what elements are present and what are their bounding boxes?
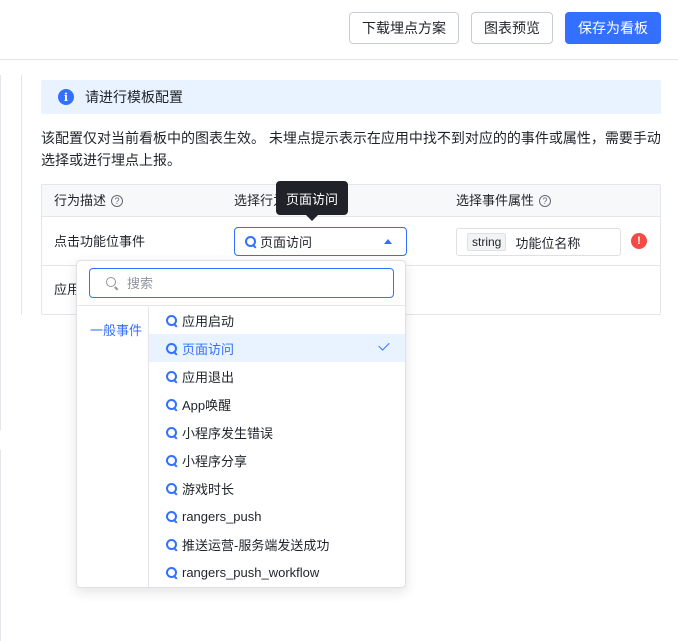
event-search-icon [166,566,177,578]
event-search-icon [166,342,177,354]
header-select-property: 选择事件属性 ? [456,185,552,217]
event-option[interactable]: 应用退出 [149,362,405,390]
event-search-icon [166,370,177,382]
event-search-icon [166,538,177,550]
event-option-label: rangers_push [182,508,262,524]
download-tracking-plan-button[interactable]: 下载埋点方案 [349,12,459,44]
check-icon [378,339,390,351]
event-option-label: 应用启动 [182,313,235,329]
config-description: 该配置仅对当前看板中的图表生效。 未埋点提示表示在应用中找不到对应的的事件或属性… [41,130,661,168]
banner-text: 请进行模板配置 [85,89,183,105]
event-option[interactable]: App唤醒 [149,390,405,418]
event-dropdown: 一般事件 应用启动页面访问应用退出 App唤醒小程序发生错误小程序分享游戏时长 ra… [76,260,406,588]
event-option-label: 推送运营-服务端发送成功 [182,537,330,553]
event-search-icon [166,510,177,522]
property-name: 功能位名称 [515,235,581,251]
event-option[interactable]: 小程序分享 [149,446,405,474]
event-option-label: rangers_push_workflow [182,564,320,580]
event-search-icon [166,314,177,326]
category-general-events[interactable]: 一般事件 [90,320,142,339]
event-list: 应用启动页面访问应用退出 App唤醒小程序发生错误 小程序分享游戏时长 rangers… [149,306,405,587]
caret-up-icon [384,239,392,244]
event-tooltip: 页面访问 [276,181,348,215]
event-option[interactable]: 小程序发生错误 [149,418,405,446]
help-icon[interactable]: ? [539,195,552,207]
category-column: 一般事件 [77,306,149,587]
event-option[interactable]: 页面访问 [149,334,405,362]
event-option[interactable]: rangers_push [149,502,405,530]
event-option-label: 小程序分享 [182,453,248,469]
event-search-icon [245,236,256,247]
event-option-label: App唤醒 [182,397,232,413]
info-banner: i 请进行模板配置 [41,80,661,114]
header-behavior: 行为描述 ? [54,185,124,217]
search-input[interactable] [127,275,387,291]
save-as-dashboard-button[interactable]: 保存为看板 [565,12,661,44]
property-select[interactable]: string 功能位名称 [456,228,621,256]
behavior-description: 点击功能位事件 [54,234,146,249]
event-option-label: 小程序发生错误 [182,425,274,441]
event-select[interactable]: 页面访问 [234,227,407,256]
panel-left-border-lower [0,450,1,641]
event-search-icon [166,454,177,466]
section-left-border [21,75,22,315]
event-option[interactable]: rangers_push_workflow [149,558,405,586]
event-search-icon [166,398,177,410]
table-header: 行为描述 ? 选择行为 选择事件属性 ? [42,185,660,217]
event-option[interactable]: 游戏时长 [149,474,405,502]
tooltip-arrow [306,215,318,221]
top-toolbar: 下载埋点方案 图表预览 保存为看板 [0,0,678,60]
event-option-label: 游戏时长 [182,481,235,497]
help-icon[interactable]: ? [111,195,124,207]
panel-left-border [0,75,1,430]
dropdown-search[interactable] [89,268,394,298]
event-option[interactable]: 推送运营-服务端发送成功 [149,530,405,558]
event-select-value: 页面访问 [260,235,313,250]
event-search-icon [166,426,177,438]
event-option-label: 页面访问 [182,341,235,357]
search-icon [106,276,119,290]
error-icon[interactable]: ! [631,233,647,249]
event-option-label: 应用退出 [182,369,235,385]
event-option[interactable]: 应用启动 [149,306,405,334]
property-type-tag: string [467,233,507,251]
event-search-icon [166,482,177,494]
table-row: 点击功能位事件 页面访问 string 功能位名称 ! [42,217,660,266]
chart-preview-button[interactable]: 图表预览 [471,12,553,44]
info-icon: i [58,89,74,105]
